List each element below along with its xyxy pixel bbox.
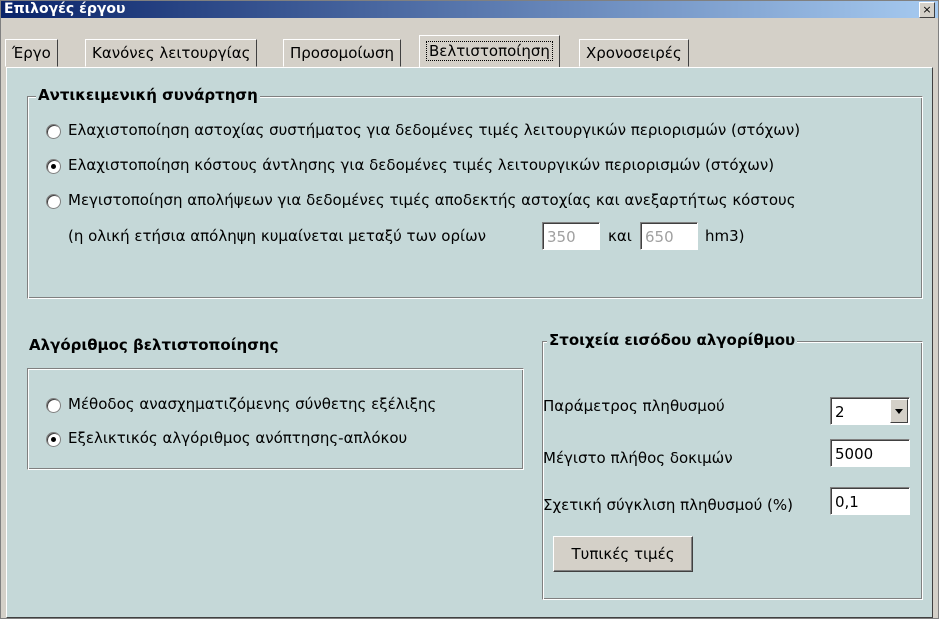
objective-option-1-label[interactable]: Ελαχιστοποίηση αστοχίας συστήματος για δ… <box>68 121 800 139</box>
close-icon[interactable]: × <box>919 2 935 18</box>
algorithm-option-2-radio[interactable] <box>46 432 61 447</box>
population-param-label: Παράμετρος πληθυσμού <box>543 397 725 415</box>
tab-project[interactable]: Έργο <box>5 39 58 67</box>
algorithm-inputs-title: Στοιχεία εισόδου αλγορίθμου <box>547 331 798 349</box>
algorithm-option-1-radio[interactable] <box>46 398 61 413</box>
window-title: Επιλογές έργου <box>4 1 126 17</box>
objective-option-3-label[interactable]: Μεγιστοποίηση απολήψεων για δεδομένες τι… <box>68 191 796 209</box>
tab-operation-rules[interactable]: Κανόνες λειτουργίας <box>85 39 258 67</box>
objective-group: Αντικειμενική συνάρτηση Ελαχιστοποίηση α… <box>27 86 923 299</box>
objective-title: Αντικειμενική συνάρτηση <box>36 86 260 104</box>
algorithm-group: Μέθοδος ανασχηματιζόμενης σύνθετης εξέλι… <box>27 368 524 470</box>
range-unit-label: hm3) <box>705 227 745 245</box>
objective-option-3-radio[interactable] <box>46 194 61 209</box>
project-options-window: Επιλογές έργου × Έργο Κανόνες λειτουργία… <box>0 0 939 619</box>
range-max-field[interactable]: 650 <box>640 222 698 250</box>
convergence-field[interactable]: 0,1 <box>830 487 910 515</box>
max-trials-field[interactable]: 5000 <box>830 439 910 467</box>
range-min-field[interactable]: 350 <box>542 222 600 250</box>
optimization-page: Αντικειμενική συνάρτηση Ελαχιστοποίηση α… <box>6 67 933 618</box>
tab-optimization[interactable]: Βελτιστοποίηση <box>419 35 560 67</box>
chevron-down-icon[interactable] <box>890 399 908 423</box>
tab-simulation[interactable]: Προσομοίωση <box>283 39 402 67</box>
objective-option-1-radio[interactable] <box>46 124 61 139</box>
algorithm-option-1-label[interactable]: Μέθοδος ανασχηματιζόμενης σύνθετης εξέλι… <box>68 395 436 413</box>
title-bar: Επιλογές έργου × <box>1 1 938 18</box>
max-trials-label: Μέγιστο πλήθος δοκιμών <box>543 449 733 467</box>
convergence-label: Σχετική σύγκλιση πληθυσμού (%) <box>543 496 794 514</box>
range-and-label: και <box>608 227 632 245</box>
algorithm-option-2-label[interactable]: Εξελικτικός αλγόριθμος ανόπτησης-απλόκου <box>68 429 407 447</box>
tab-timeseries[interactable]: Χρονοσειρές <box>579 39 689 67</box>
range-text: (η ολική ετήσια απόληψη κυμαίνεται μεταξ… <box>68 227 487 245</box>
objective-option-2-label[interactable]: Ελαχιστοποίηση κόστους άντλησης για δεδο… <box>68 156 774 174</box>
defaults-button[interactable]: Τυπικές τιμές <box>553 536 693 572</box>
algorithm-title: Αλγόριθμος βελτιστοποίησης <box>29 336 279 354</box>
population-param-select[interactable]: 2 <box>830 397 910 425</box>
objective-option-2-radio[interactable] <box>46 159 61 174</box>
algorithm-inputs-group: Στοιχεία εισόδου αλγορίθμου Παράμετρος π… <box>542 331 923 600</box>
